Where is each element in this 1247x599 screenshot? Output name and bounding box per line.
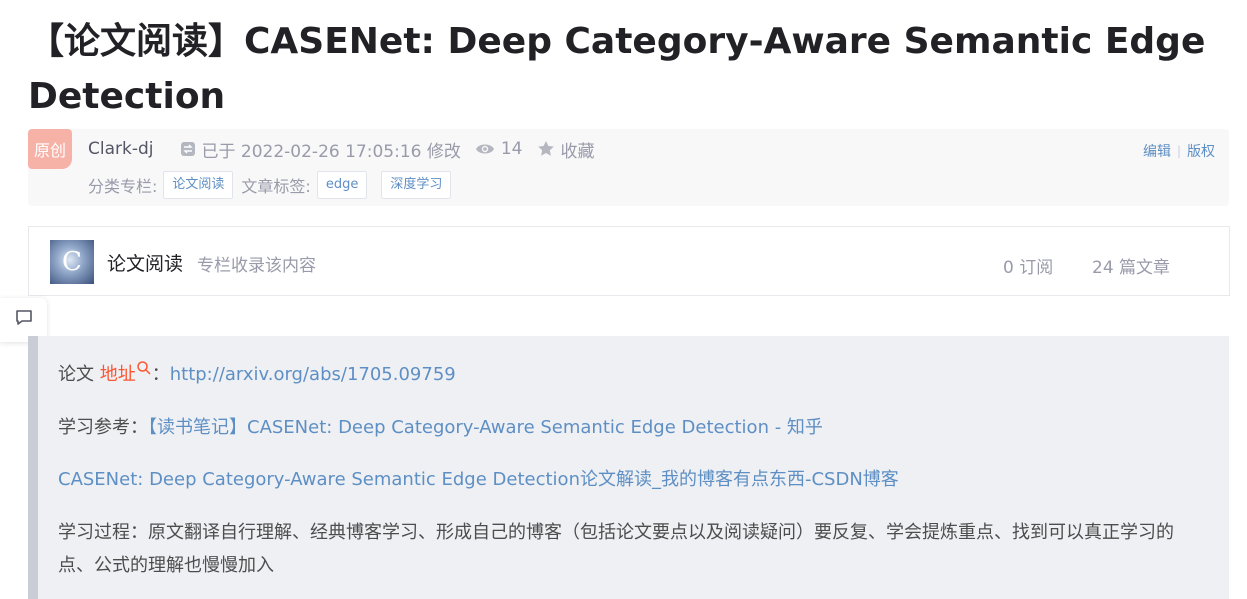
tags-label: 文章标签:: [241, 177, 311, 196]
comment-icon: [14, 308, 34, 332]
edit-link[interactable]: 编辑: [1143, 141, 1171, 161]
reference-line: 学习参考：【读书笔记】CASENet: Deep Category-Aware …: [58, 413, 823, 439]
article-blockquote: 论文 地址 ：http://arxiv.org/abs/1705.09759 学习…: [28, 336, 1229, 599]
article-meta-box: 原创 Clark-dj 已于 2022-02-26 17:05:16 修改 14…: [28, 129, 1229, 206]
copyright-link[interactable]: 版权: [1187, 141, 1215, 161]
reference-prefix: 学习参考：: [58, 417, 148, 438]
edit-history-icon: [180, 141, 196, 157]
modified-date: 已于 2022-02-26 17:05:16 修改: [201, 141, 461, 162]
meta-tags-row: 分类专栏: 论文阅读 文章标签: edge 深度学习: [88, 170, 459, 200]
divider: |: [1176, 144, 1181, 158]
search-icon[interactable]: [136, 361, 152, 385]
arxiv-link[interactable]: http://arxiv.org/abs/1705.09759: [170, 364, 456, 385]
column-thumbnail[interactable]: C: [50, 240, 94, 284]
column-name[interactable]: 论文阅读: [107, 249, 183, 276]
author-link[interactable]: Clark-dj: [88, 139, 154, 159]
eye-icon: [475, 142, 495, 156]
view-count: 14: [500, 139, 523, 159]
zhihu-link[interactable]: 【读书笔记】CASENet: Deep Category-Aware Seman…: [148, 417, 823, 438]
meta-actions: 编辑 | 版权: [1143, 141, 1215, 161]
paper-address-line: 论文 地址 ：http://arxiv.org/abs/1705.09759: [58, 360, 456, 386]
column-description: 专栏收录该内容: [197, 256, 316, 276]
paper-address-prefix: 论文: [58, 364, 100, 385]
column-subscriptions: 0 订阅: [1003, 258, 1054, 278]
learning-process-text: 学习过程：原文翻译自行理解、经典博客学习、形成自己的博客（包括论文要点以及阅读疑…: [58, 522, 1174, 576]
meta-info-row: Clark-dj 已于 2022-02-26 17:05:16 修改 14 收藏: [88, 137, 595, 162]
column-card[interactable]: C 论文阅读 专栏收录该内容 0 订阅 24 篇文章: [28, 226, 1230, 296]
colon: ：: [151, 364, 170, 385]
column-article-count: 24 篇文章: [1092, 258, 1171, 278]
search-keyword-link[interactable]: 地址: [100, 364, 136, 385]
category-tag[interactable]: 论文阅读: [163, 171, 234, 199]
tag-edge[interactable]: edge: [316, 171, 368, 199]
tag-deep-learning[interactable]: 深度学习: [381, 171, 452, 199]
csdn-line: CASENet: Deep Category-Aware Semantic Ed…: [58, 465, 899, 491]
collect-button[interactable]: 收藏: [561, 137, 595, 162]
category-label: 分类专栏:: [88, 177, 158, 196]
star-icon[interactable]: [537, 140, 555, 158]
article-title: 【论文阅读】CASENet: Deep Category-Aware Seman…: [28, 21, 1206, 117]
csdn-link[interactable]: CASENet: Deep Category-Aware Semantic Ed…: [58, 469, 899, 490]
original-badge: 原创: [28, 129, 72, 169]
